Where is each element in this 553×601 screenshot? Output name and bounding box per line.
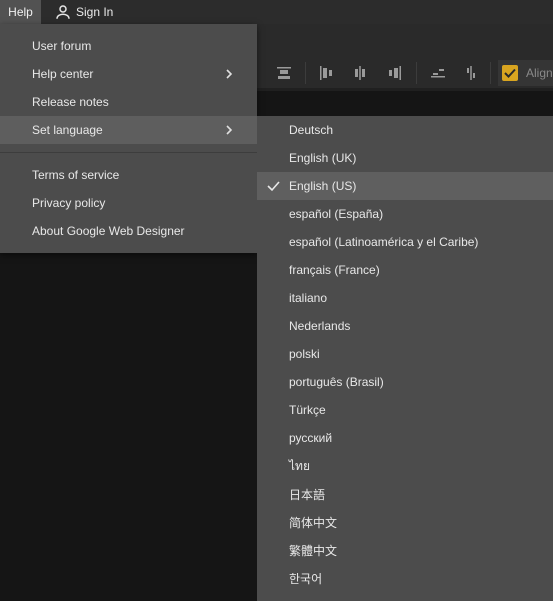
menu-item-label: Terms of service (32, 168, 120, 182)
toolbar-separator (490, 62, 491, 84)
language-label: 简体中文 (289, 515, 338, 530)
align-top-icon[interactable] (276, 65, 292, 81)
menu-help[interactable]: Help (0, 0, 41, 24)
menu-item-user-forum[interactable]: User forum (0, 32, 257, 60)
language-item-chinese-traditional[interactable]: 繁體中文 (257, 536, 553, 564)
language-item-espanol-latam[interactable]: español (Latinoamérica y el Caribe) (257, 228, 553, 256)
language-item-thai[interactable]: ไทย (257, 452, 553, 480)
language-label: English (US) (289, 179, 357, 193)
menu-item-terms-of-service[interactable]: Terms of service (0, 161, 257, 189)
menu-help-label: Help (8, 5, 33, 19)
language-label: polski (289, 347, 320, 361)
language-item-italiano[interactable]: italiano (257, 284, 553, 312)
language-item-chinese-simplified[interactable]: 简体中文 (257, 508, 553, 536)
language-label: ไทย (289, 458, 310, 473)
language-item-english-us[interactable]: English (US) (257, 172, 553, 200)
language-item-russian[interactable]: русский (257, 424, 553, 452)
menu-item-set-language[interactable]: Set language (0, 116, 257, 144)
language-label: 日本語 (289, 487, 326, 502)
language-label: italiano (289, 291, 328, 305)
language-label: English (UK) (289, 151, 357, 165)
menu-item-label: Help center (32, 67, 94, 81)
chevron-right-icon (226, 125, 233, 135)
language-label: español (Latinoamérica y el Caribe) (289, 235, 479, 249)
person-icon (56, 5, 70, 19)
language-item-francais[interactable]: français (France) (257, 256, 553, 284)
toolbar-separator (305, 62, 306, 84)
checkmark-icon (504, 68, 516, 78)
menu-item-label: About Google Web Designer (32, 224, 185, 238)
align-center-icon[interactable] (352, 65, 368, 81)
menu-item-label: Release notes (32, 95, 109, 109)
language-item-nederlands[interactable]: Nederlands (257, 312, 553, 340)
distribute-horizontal-icon[interactable] (463, 65, 479, 81)
checkmark-icon (267, 181, 280, 192)
language-submenu: Deutsch English (UK) English (US) españo… (257, 116, 553, 601)
menu-item-release-notes[interactable]: Release notes (0, 88, 257, 116)
language-item-polski[interactable]: polski (257, 340, 553, 368)
menu-item-label: Privacy policy (32, 196, 106, 210)
language-item-english-uk[interactable]: English (UK) (257, 144, 553, 172)
toolbar-separator (416, 62, 417, 84)
distribute-vertical-icon[interactable] (430, 65, 446, 81)
language-label: español (España) (289, 207, 384, 221)
menu-item-label: User forum (32, 39, 92, 53)
language-item-portugues[interactable]: português (Brasil) (257, 368, 553, 396)
align-right-icon[interactable] (387, 65, 403, 81)
language-label: Nederlands (289, 319, 351, 333)
language-label: français (France) (289, 263, 380, 277)
menu-bar: Help Sign In (0, 0, 553, 24)
language-label: Türkçe (289, 403, 326, 417)
language-item-espanol-espana[interactable]: español (España) (257, 200, 553, 228)
menu-item-about[interactable]: About Google Web Designer (0, 217, 257, 245)
align-checkbox[interactable] (502, 65, 518, 81)
menu-item-help-center[interactable]: Help center (0, 60, 257, 88)
chevron-right-icon (226, 69, 233, 79)
language-label: 繁體中文 (289, 543, 338, 558)
menu-separator (0, 152, 257, 153)
align-left-icon[interactable] (318, 65, 334, 81)
menu-item-label: Set language (32, 123, 103, 137)
language-item-turkce[interactable]: Türkçe (257, 396, 553, 424)
language-item-korean[interactable]: 한국어 (257, 564, 553, 592)
sign-in-button[interactable]: Sign In (54, 0, 113, 24)
align-toggle[interactable]: Align (498, 60, 553, 86)
menu-item-privacy-policy[interactable]: Privacy policy (0, 189, 257, 217)
language-label: Deutsch (289, 123, 334, 137)
language-label: 한국어 (289, 571, 323, 586)
align-label: Align (526, 66, 553, 80)
language-label: русский (289, 431, 333, 445)
language-item-deutsch[interactable]: Deutsch (257, 116, 553, 144)
help-menu: User forum Help center Release notes Set… (0, 24, 257, 253)
sign-in-label: Sign In (76, 5, 114, 19)
language-item-japanese[interactable]: 日本語 (257, 480, 553, 508)
language-label: português (Brasil) (289, 375, 384, 389)
